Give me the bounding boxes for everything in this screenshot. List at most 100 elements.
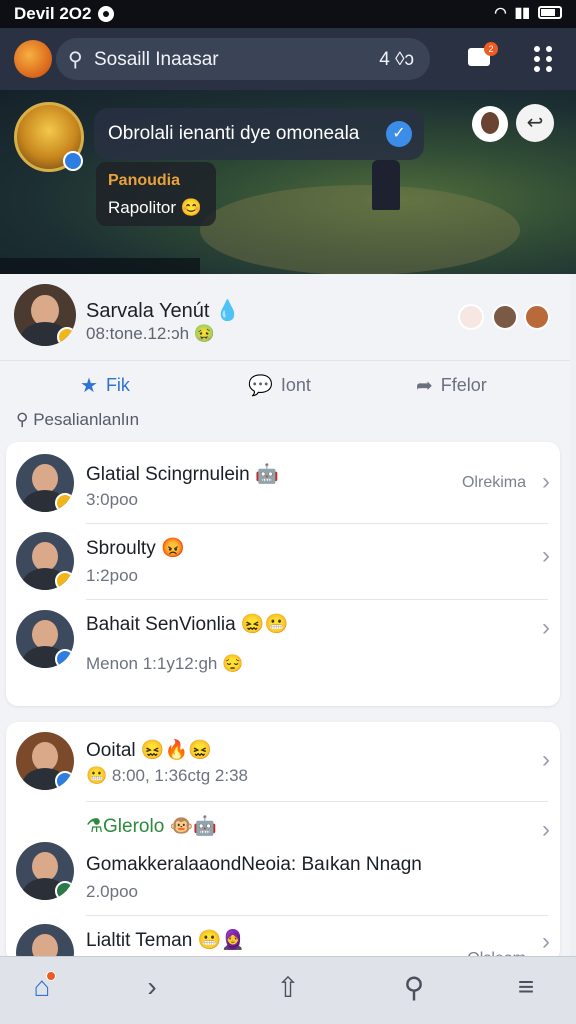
chevron-right-icon: › [542,542,550,569]
messages-button[interactable]: 2 [466,42,498,72]
verified-badge [55,771,74,790]
forward-tab[interactable]: › [132,971,172,1011]
home-tab[interactable]: ⌂ [22,971,62,1011]
record-icon [98,6,114,22]
avatar [16,732,74,790]
profile-name: Sarvala Yenút 💧 [86,300,240,322]
status-badge [55,571,74,590]
list-item-title: Glatial Scingrnulein 🤖 [86,464,279,485]
list-item-title: Lialtit Teman 😬🧕 [86,930,245,951]
list-item[interactable]: ⚗Glerolo 🐵🤖 GomakkeralaaondNeoia: Baıkan… [6,802,560,916]
share-button[interactable]: ➦ Ffelor [416,373,487,398]
more-button[interactable] [530,46,560,72]
avatar [16,454,74,512]
banner-message[interactable]: Obrolali ienanti dye omoneala ✓ [94,108,424,160]
search-tab[interactable]: ⚲ [394,971,434,1011]
list-item-meta: 3:0poo [86,490,138,509]
chevron-right-icon: › [542,816,550,843]
dot-icon [534,56,540,62]
status-bar: Devil 2O2 ◠ ▮▮ [0,0,576,28]
reply-button[interactable]: ↩ [516,104,554,142]
list-item[interactable]: Glatial Scingrnulein 🤖 3:0poo Olrekima › [6,442,560,524]
status-time: Devil 2O2 [14,4,92,23]
list-item[interactable]: Bahait SenVionlia 😖😬 Menon 1:1y12:gh 😔 › [6,600,560,706]
signal-icon: ▮▮ [514,4,530,20]
status-badge [55,881,74,900]
status-badge [57,327,76,346]
wifi-icon: ◠ [494,4,507,20]
list-item-meta: 😬 8:00, 1:36ctg 2:38 [86,766,248,785]
forward-icon: › [147,971,157,1002]
comment-button[interactable]: 💬 Iont [248,373,311,398]
comment-label: Iont [280,375,311,395]
game-banner[interactable]: Obrolali ienanti dye omoneala ✓ Panoudia… [0,90,576,274]
friend-avatar[interactable] [524,304,550,330]
top-bar: ⚲ Sosaill Inaasar 4 ◊ᴐ 2 [0,28,576,90]
verified-badge [55,649,74,668]
conversation-list-2: Ooital 😖🔥😖 😬 8:00, 1:36ctg 2:38 › ⚗Glero… [6,722,560,962]
list-item-title: Sbroulty 😡 [86,538,185,559]
banner-avatar[interactable] [14,102,84,172]
search-icon: ⚲ [403,972,425,1003]
messages-badge: 2 [484,42,498,56]
battery-icon [538,6,562,19]
list-item-meta: Menon 1:1y12:gh 😔 [86,654,244,673]
list-item-subtitle: GomakkeralaaondNeoia: Baıkan Nnagn [86,854,422,875]
star-icon: ★ [80,375,98,397]
banner-scene [200,185,520,274]
bottom-tab-bar: ⌂ › ⇧ ⚲ ≡ [0,956,576,1024]
friend-avatar[interactable] [492,304,518,330]
dot-icon [546,66,552,72]
chevron-right-icon: › [542,928,550,955]
banner-character [372,160,400,210]
share-icon: ➦ [416,375,433,397]
search-icon: ⚲ [68,49,83,71]
upload-icon: ⇧ [276,972,300,1003]
list-item-title: ⚗Glerolo 🐵🤖 [86,816,217,837]
like-button[interactable]: ★ Fik [80,373,130,398]
comment-icon: 💬 [248,375,273,397]
list-item-title: Ooital 😖🔥😖 [86,740,212,761]
conversation-search-text: Pesalianlanlın [33,410,140,429]
share-label: Ffelor [440,375,487,395]
avatar [16,532,74,590]
content-sheet: Sarvala Yenút 💧 08:tone.12:ɔh 🤢 ★ Fik 💬 … [0,274,570,962]
status-badge [55,493,74,512]
list-item-status: Olrekima [461,474,526,491]
banner-card-subtitle: Rapolitor 😊 [108,198,202,217]
banner-card-title: Panoudia [108,172,181,189]
dot-icon [546,56,552,62]
search-text: Sosaill Inaasar [94,49,219,70]
chevron-right-icon: › [542,746,550,773]
chevron-right-icon: › [542,468,550,495]
user-avatar-button[interactable] [472,106,508,142]
avatar [16,842,74,900]
reaction-icon[interactable] [458,304,484,330]
banner-hud [0,258,200,274]
profile-avatar[interactable] [14,284,76,346]
list-item-title: Bahait SenVionlia 😖😬 [86,614,289,635]
check-icon: ✓ [386,121,412,147]
avatar-icon [481,112,499,134]
verified-badge [63,151,83,171]
conversation-search[interactable]: ⚲ Pesalianlanlın [16,410,139,430]
avatar [16,610,74,668]
menu-tab[interactable]: ≡ [506,971,546,1011]
chevron-right-icon: › [542,614,550,641]
search-extra: 4 ◊ᴐ [379,49,414,70]
notification-dot [46,971,56,981]
list-item-meta: 2.0poo [86,882,138,901]
list-item-meta: 1:2poo [86,566,138,585]
list-item[interactable]: Ooital 😖🔥😖 😬 8:00, 1:36ctg 2:38 › [6,722,560,802]
dot-icon [534,46,540,52]
action-bar: ★ Fik 💬 Iont ➦ Ffelor [0,360,570,410]
banner-message-text: Obrolali ienanti dye omoneala [108,123,360,144]
banner-card[interactable]: Panoudia Rapolitor 😊 [96,162,216,226]
search-input[interactable]: ⚲ Sosaill Inaasar 4 ◊ᴐ [56,38,430,80]
share-tab[interactable]: ⇧ [268,971,308,1011]
conversation-list: Glatial Scingrnulein 🤖 3:0poo Olrekima ›… [6,442,560,706]
app-logo[interactable] [14,40,52,78]
list-item[interactable]: Sbroulty 😡 1:2poo › [6,524,560,600]
like-label: Fik [105,375,130,395]
dot-icon [534,66,540,72]
